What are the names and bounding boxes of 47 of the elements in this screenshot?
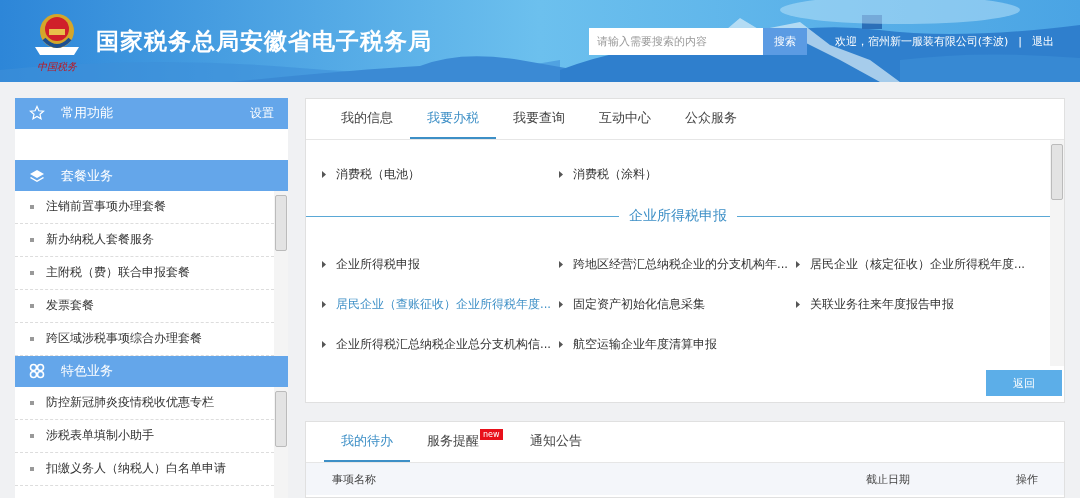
column-header: 截止日期 (866, 471, 911, 487)
triangle-icon (559, 340, 563, 348)
triangle-icon (796, 300, 800, 308)
service-link[interactable]: 跨地区经营汇总纳税企业的分支机构年... (559, 244, 796, 284)
service-link[interactable]: 企业所得税申报 (322, 244, 559, 284)
triangle-icon (322, 300, 326, 308)
service-link[interactable]: 消费税（涂料） (559, 154, 796, 194)
grid-icon (29, 363, 45, 380)
new-badge: new (480, 429, 503, 440)
service-link[interactable]: 居民企业（查账征收）企业所得税年度... (322, 284, 559, 324)
site-title: 国家税务总局安徽省电子税务局 (96, 26, 432, 56)
service-link[interactable]: 居民企业（核定征收）企业所得税年度... (796, 244, 1050, 284)
section-heading: 企业所得税申报 (628, 207, 728, 225)
separator: | (1018, 34, 1022, 48)
tab[interactable]: 我的信息 (324, 99, 410, 139)
layers-icon (29, 167, 45, 184)
column-header: 操作 (1016, 471, 1038, 487)
tab[interactable]: 公众服务 (668, 99, 754, 139)
star-icon (29, 105, 45, 122)
scrollbar[interactable] (274, 190, 288, 356)
triangle-icon (559, 300, 563, 308)
triangle-icon (322, 170, 326, 178)
service-link[interactable]: 消费税（电池） (322, 154, 559, 194)
service-link[interactable]: 企业所得税汇总纳税企业总分支机构信... (322, 324, 559, 364)
logout-link[interactable]: 退出 (1032, 33, 1054, 49)
triangle-icon (559, 170, 563, 178)
triangle-icon (322, 260, 326, 268)
triangle-icon (796, 260, 800, 268)
scrollbar[interactable] (1050, 140, 1064, 366)
tab[interactable]: 服务提醒 (410, 422, 480, 462)
logo-caption: 中国税务 (37, 61, 77, 73)
column-header: 事项名称 (332, 471, 377, 487)
tab[interactable]: 互动中心 (582, 99, 668, 139)
service-link[interactable]: 固定资产初始化信息采集 (559, 284, 796, 324)
section-title: 常用功能 (61, 104, 114, 123)
triangle-icon (559, 260, 563, 268)
welcome-text: 欢迎，宿州新一服装有限公司(李波) (834, 33, 1009, 49)
service-link[interactable]: 关联业务往来年度报告申报 (796, 284, 1050, 324)
section-title: 套餐业务 (61, 166, 114, 185)
tab[interactable]: 我要查询 (496, 99, 582, 139)
tab[interactable]: 我要办税 (410, 99, 496, 139)
triangle-icon (322, 340, 326, 348)
section-title: 特色业务 (61, 362, 114, 381)
scrollbar[interactable] (274, 386, 288, 498)
tab[interactable]: 通知公告 (512, 422, 599, 462)
search-field[interactable]: 请输入需要搜索的内容 (588, 27, 763, 55)
service-link[interactable]: 航空运输企业年度清算申报 (559, 324, 796, 364)
